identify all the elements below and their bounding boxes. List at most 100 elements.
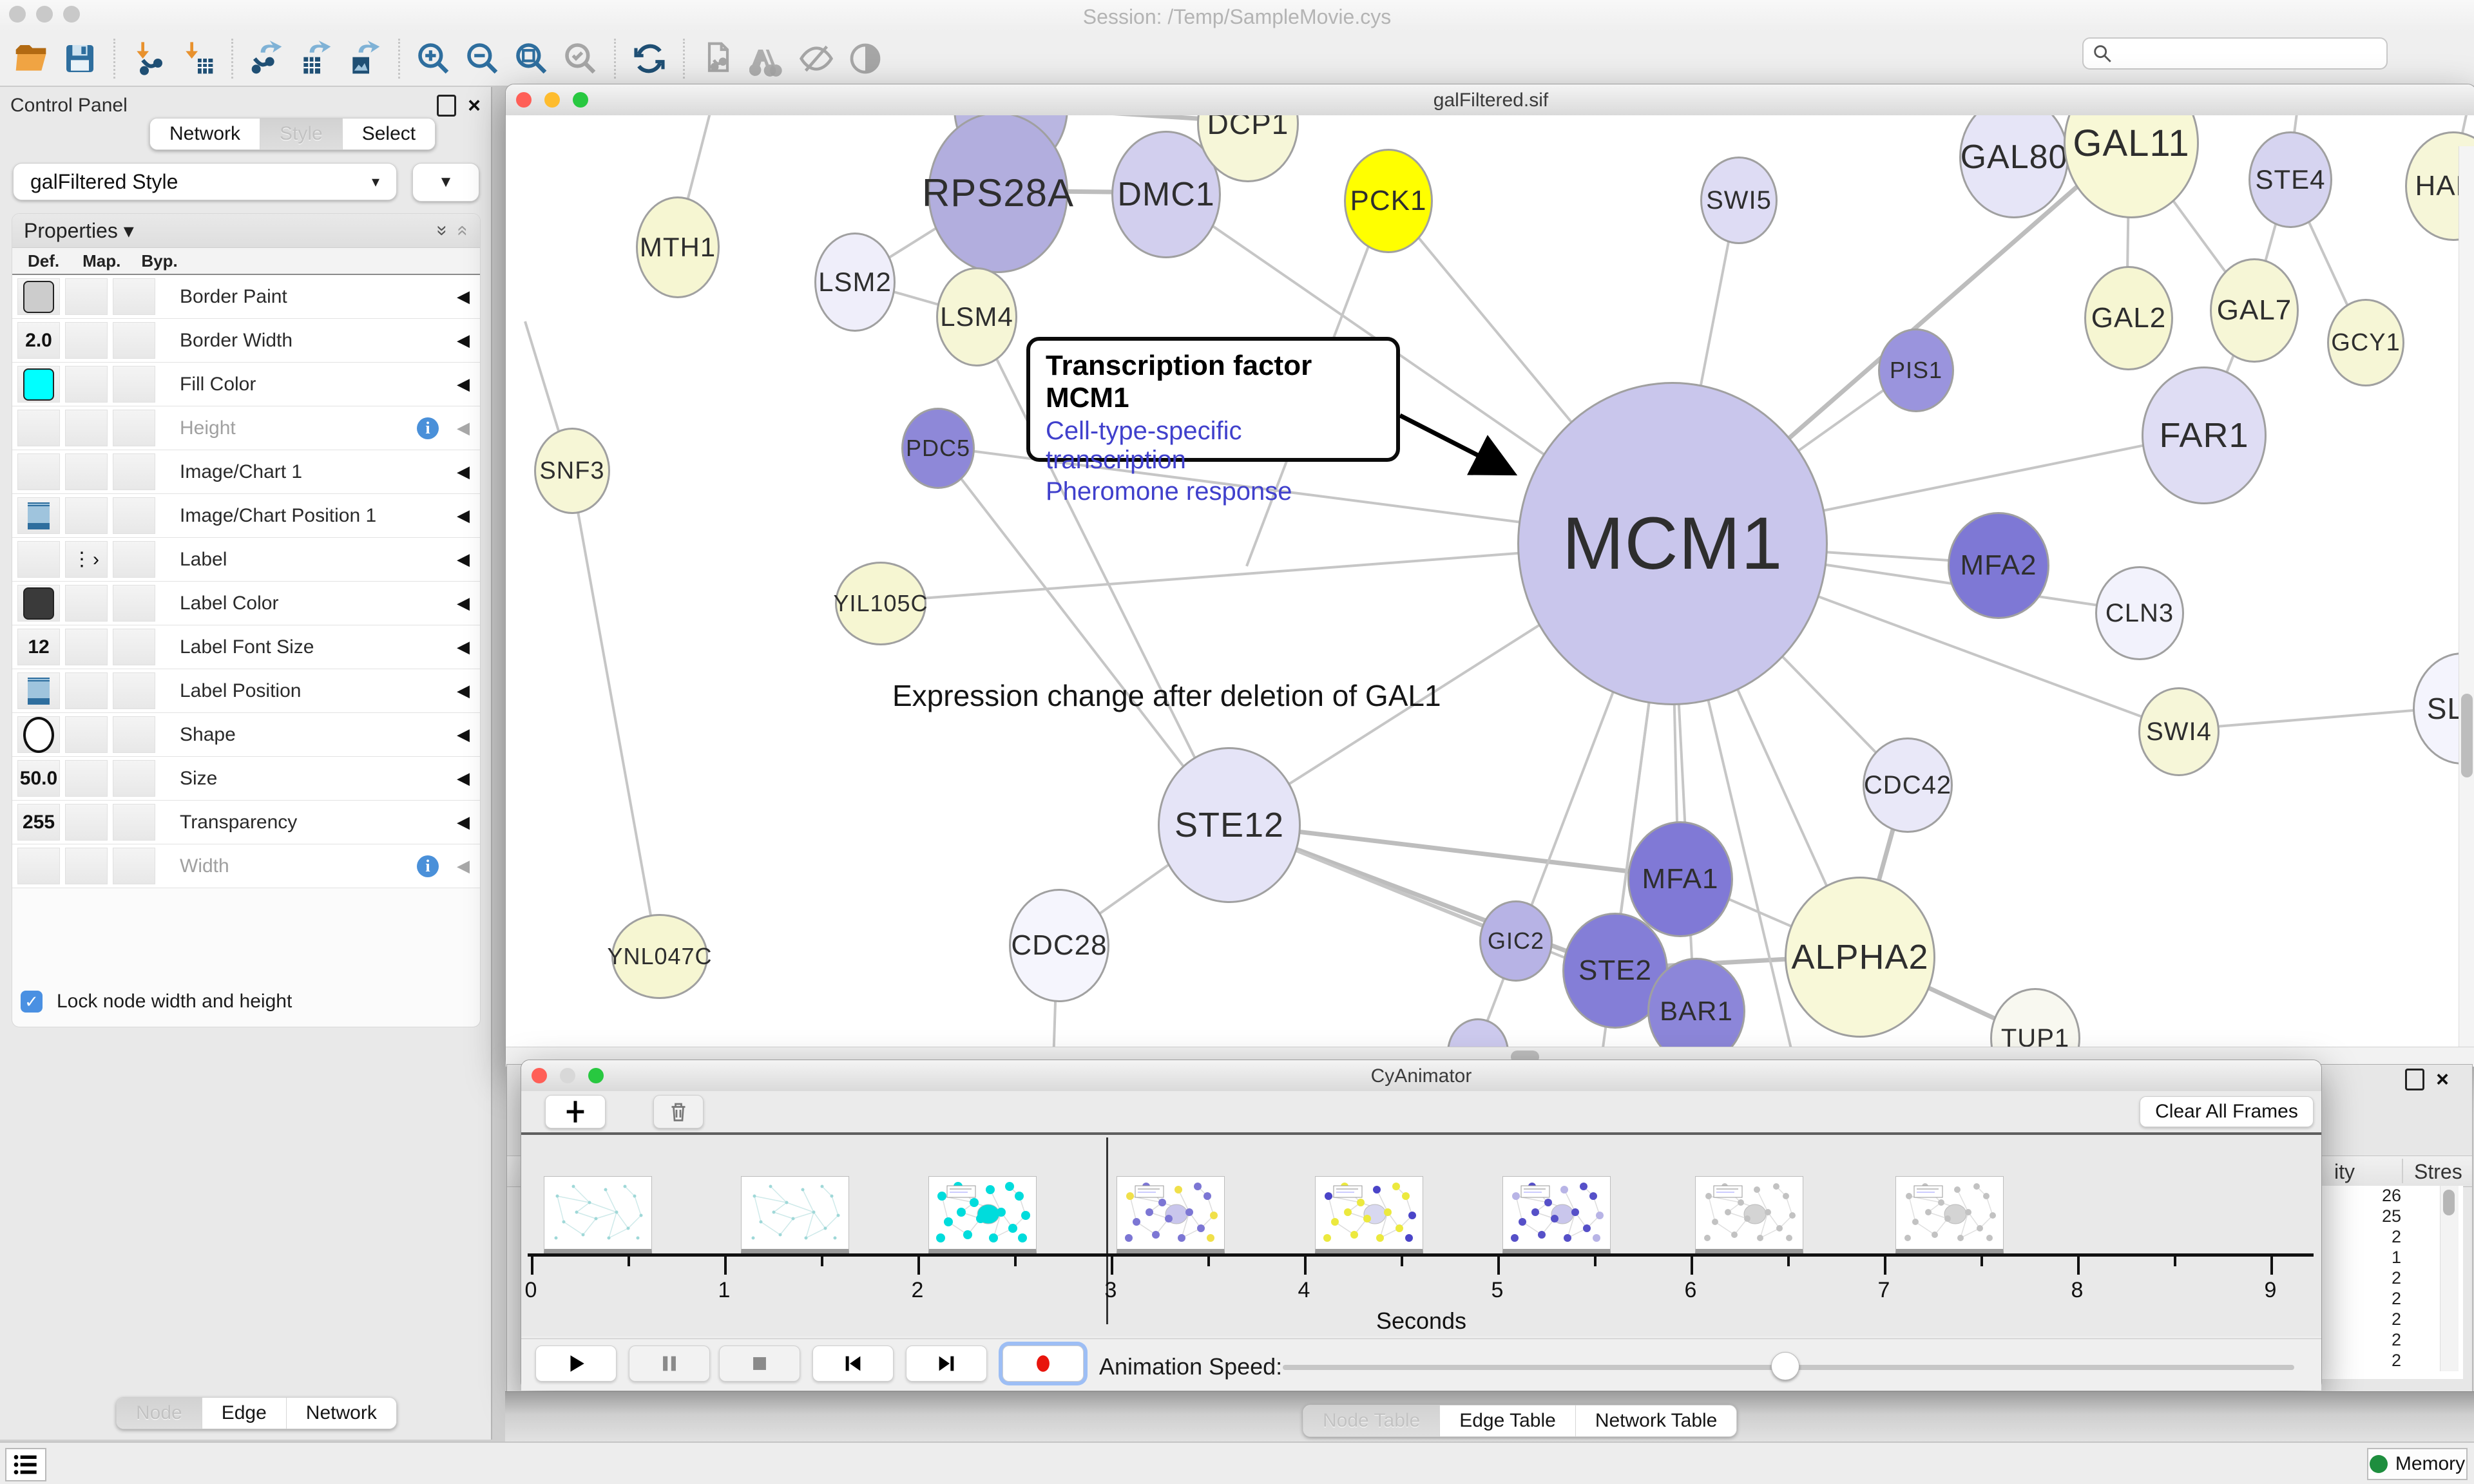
node-MFA1[interactable]: MFA1 — [1627, 821, 1733, 937]
search-input[interactable] — [2113, 43, 2361, 64]
map-cell-border-width[interactable] — [65, 322, 108, 359]
tab-edge[interactable]: Edge — [202, 1398, 287, 1429]
info-icon[interactable]: i — [417, 855, 439, 877]
byp-cell-height[interactable] — [113, 410, 155, 446]
frame-thumbnail-5[interactable] — [1315, 1176, 1423, 1253]
byp-cell-fill-color[interactable] — [113, 366, 155, 403]
search-network-button[interactable] — [747, 38, 788, 79]
map-cell-transparency[interactable] — [65, 804, 108, 841]
node-CDC28[interactable]: CDC28 — [1009, 889, 1109, 1002]
map-cell-size[interactable] — [65, 760, 108, 797]
expand-arrow-icon[interactable]: ◀ — [457, 330, 470, 350]
expand-arrow-icon[interactable]: ◀ — [457, 462, 470, 482]
property-row-label[interactable]: ⋮›Label◀ — [12, 538, 480, 582]
byp-cell-border-paint[interactable] — [113, 278, 155, 315]
node-MTH1[interactable]: MTH1 — [636, 196, 720, 298]
delete-frame-button[interactable] — [653, 1095, 704, 1128]
animation-speed-thumb[interactable] — [1771, 1352, 1799, 1380]
expand-arrow-icon[interactable]: ◀ — [457, 593, 470, 613]
map-cell-width[interactable] — [65, 848, 108, 884]
table-row[interactable]: 2 — [2324, 1289, 2440, 1309]
node-STE12[interactable]: STE12 — [1158, 747, 1301, 903]
node-LSM2[interactable]: LSM2 — [814, 233, 896, 332]
map-cell-shape[interactable] — [65, 716, 108, 753]
node-MCM1[interactable]: MCM1 — [1517, 382, 1828, 705]
table-row[interactable]: 25 — [2324, 1206, 2440, 1227]
frame-thumbnail-3[interactable] — [928, 1176, 1037, 1253]
byp-cell-size[interactable] — [113, 760, 155, 797]
property-row-height[interactable]: Heighti◀ — [12, 406, 480, 450]
network-vertical-scrollbar[interactable] — [2459, 146, 2474, 1047]
node-SWI5[interactable]: SWI5 — [1700, 157, 1778, 244]
node-GIC2[interactable]: GIC2 — [1479, 900, 1553, 982]
annotation-box[interactable]: Transcription factor MCM1 Cell-type-spec… — [1026, 337, 1400, 462]
frame-thumbnail-1[interactable] — [544, 1176, 652, 1253]
tab-edge-table[interactable]: Edge Table — [1440, 1405, 1576, 1436]
def-cell-image-chart-1[interactable] — [17, 453, 60, 490]
export-table-button[interactable] — [295, 38, 336, 79]
expand-arrow-icon[interactable]: ◀ — [457, 506, 470, 526]
zoom-out-button[interactable] — [462, 38, 503, 79]
table-row[interactable]: 2 — [2324, 1351, 2440, 1371]
node-PDC5[interactable]: PDC5 — [901, 408, 975, 489]
record-button[interactable] — [1002, 1346, 1084, 1382]
collapse-all-icon[interactable]: « — [452, 225, 474, 236]
def-cell-label-font-size[interactable]: 12 — [17, 629, 60, 665]
tab-network[interactable]: Network — [150, 119, 260, 149]
byp-cell-label-font-size[interactable] — [113, 629, 155, 665]
expand-arrow-icon[interactable]: ◀ — [457, 768, 470, 788]
property-row-border-paint[interactable]: Border Paint◀ — [12, 275, 480, 319]
node-CLN3[interactable]: CLN3 — [2095, 566, 2184, 660]
map-cell-image-chart-position-1[interactable] — [65, 497, 108, 534]
node-YIL105C[interactable]: YIL105C — [835, 562, 926, 645]
memory-button[interactable]: Memory — [2367, 1448, 2468, 1480]
property-row-fill-color[interactable]: Fill Color◀ — [12, 363, 480, 406]
pause-button[interactable] — [629, 1346, 710, 1382]
property-row-label-font-size[interactable]: 12Label Font Size◀ — [12, 625, 480, 669]
property-row-transparency[interactable]: 255Transparency◀ — [12, 801, 480, 844]
properties-header[interactable]: Properties ▾ » « — [12, 214, 480, 248]
import-table-button[interactable] — [177, 38, 218, 79]
duplicate-network-button[interactable] — [698, 38, 739, 79]
table-column-stress[interactable]: Stres — [2414, 1160, 2462, 1184]
map-cell-image-chart-1[interactable] — [65, 453, 108, 490]
scrollbar-thumb[interactable] — [2461, 694, 2473, 777]
table-scrollbar[interactable] — [2440, 1186, 2459, 1371]
export-network-button[interactable] — [246, 38, 287, 79]
float-panel-icon[interactable] — [2405, 1069, 2424, 1090]
frame-thumbnail-7[interactable] — [1695, 1176, 1803, 1253]
color-swatch[interactable] — [23, 368, 54, 401]
table-row[interactable]: 1 — [2324, 1248, 2440, 1268]
tab-node[interactable]: Node — [117, 1398, 202, 1429]
def-cell-border-paint[interactable] — [17, 278, 60, 315]
annotation-link-1[interactable]: Cell-type-specific transcription — [1046, 417, 1381, 475]
byp-cell-border-width[interactable] — [113, 322, 155, 359]
export-image-button[interactable] — [344, 38, 385, 79]
def-cell-label[interactable] — [17, 541, 60, 578]
tab-network[interactable]: Network — [287, 1398, 396, 1429]
tab-network-table[interactable]: Network Table — [1576, 1405, 1737, 1436]
clear-all-frames-button[interactable]: Clear All Frames — [2140, 1096, 2314, 1127]
map-cell-label-position[interactable] — [65, 672, 108, 709]
close-panel-icon[interactable]: × — [468, 97, 481, 115]
info-icon[interactable]: i — [417, 417, 439, 439]
byp-cell-width[interactable] — [113, 848, 155, 884]
expand-arrow-icon[interactable]: ◀ — [457, 637, 470, 657]
task-history-button[interactable] — [5, 1448, 46, 1481]
color-swatch[interactable] — [23, 587, 54, 620]
cyanimator-titlebar[interactable]: CyAnimator — [521, 1060, 2321, 1092]
import-network-button[interactable] — [128, 38, 169, 79]
table-row[interactable]: 2 — [2324, 1309, 2440, 1330]
map-cell-border-paint[interactable] — [65, 278, 108, 315]
next-button[interactable] — [906, 1346, 987, 1382]
def-cell-label-position[interactable] — [17, 672, 60, 709]
tab-select[interactable]: Select — [343, 119, 435, 149]
def-cell-fill-color[interactable] — [17, 366, 60, 403]
network-window-titlebar[interactable]: galFiltered.sif — [506, 84, 2474, 116]
byp-cell-image-chart-1[interactable] — [113, 453, 155, 490]
expand-arrow-icon[interactable]: ◀ — [457, 681, 470, 701]
table-row[interactable]: 2 — [2324, 1227, 2440, 1248]
table-row[interactable]: 26 — [2324, 1186, 2440, 1206]
expand-arrow-icon[interactable]: ◀ — [457, 374, 470, 394]
def-cell-width[interactable] — [17, 848, 60, 884]
